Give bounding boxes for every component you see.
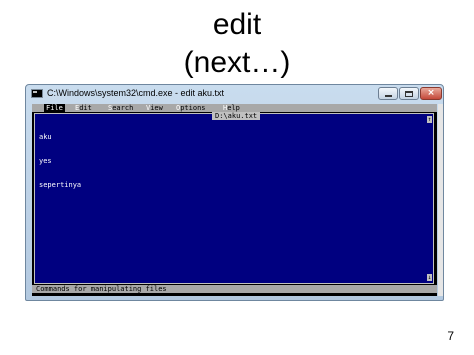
menu-options[interactable]: Options	[176, 104, 206, 112]
text-line: sepertinya	[39, 181, 82, 189]
scroll-up-arrow-icon[interactable]: ↑	[427, 116, 432, 123]
menu-edit[interactable]: Edit	[75, 104, 92, 112]
document-title: D:\aku.txt	[212, 112, 261, 120]
menu-view[interactable]: View	[146, 104, 163, 112]
close-button[interactable]: ×	[420, 87, 442, 100]
minimize-button[interactable]	[378, 87, 398, 100]
menu-help[interactable]: Help	[223, 104, 240, 112]
close-icon: ×	[427, 88, 435, 98]
scroll-down-arrow-icon[interactable]: ↓	[427, 274, 432, 281]
cmd-window: C:\Windows\system32\cmd.exe - edit aku.t…	[25, 84, 444, 301]
status-bar: Commands for manipulating files	[32, 285, 437, 293]
slide-subtitle: (next…)	[183, 46, 291, 79]
page-number: 7	[447, 329, 454, 343]
menu-search[interactable]: Search	[108, 104, 133, 112]
minimize-icon	[384, 95, 392, 97]
maximize-button[interactable]	[399, 87, 419, 100]
text-line: aku	[39, 133, 52, 141]
editor-menubar: File Edit Search View Options Help	[32, 104, 437, 112]
cmd-icon	[31, 89, 43, 98]
window-scrollbar[interactable]	[438, 104, 443, 296]
console-area: File Edit Search View Options Help aku y…	[32, 104, 437, 296]
text-line: yes	[39, 157, 52, 165]
document-pane[interactable]: aku yes sepertinya ↑ ↓	[34, 113, 434, 284]
slide-title: edit	[212, 8, 262, 41]
maximize-icon	[405, 90, 413, 97]
document-text[interactable]: aku yes sepertinya	[39, 117, 81, 205]
window-title: C:\Windows\system32\cmd.exe - edit aku.t…	[47, 88, 225, 98]
menu-file[interactable]: File	[44, 104, 65, 112]
window-titlebar[interactable]: C:\Windows\system32\cmd.exe - edit aku.t…	[26, 85, 443, 103]
